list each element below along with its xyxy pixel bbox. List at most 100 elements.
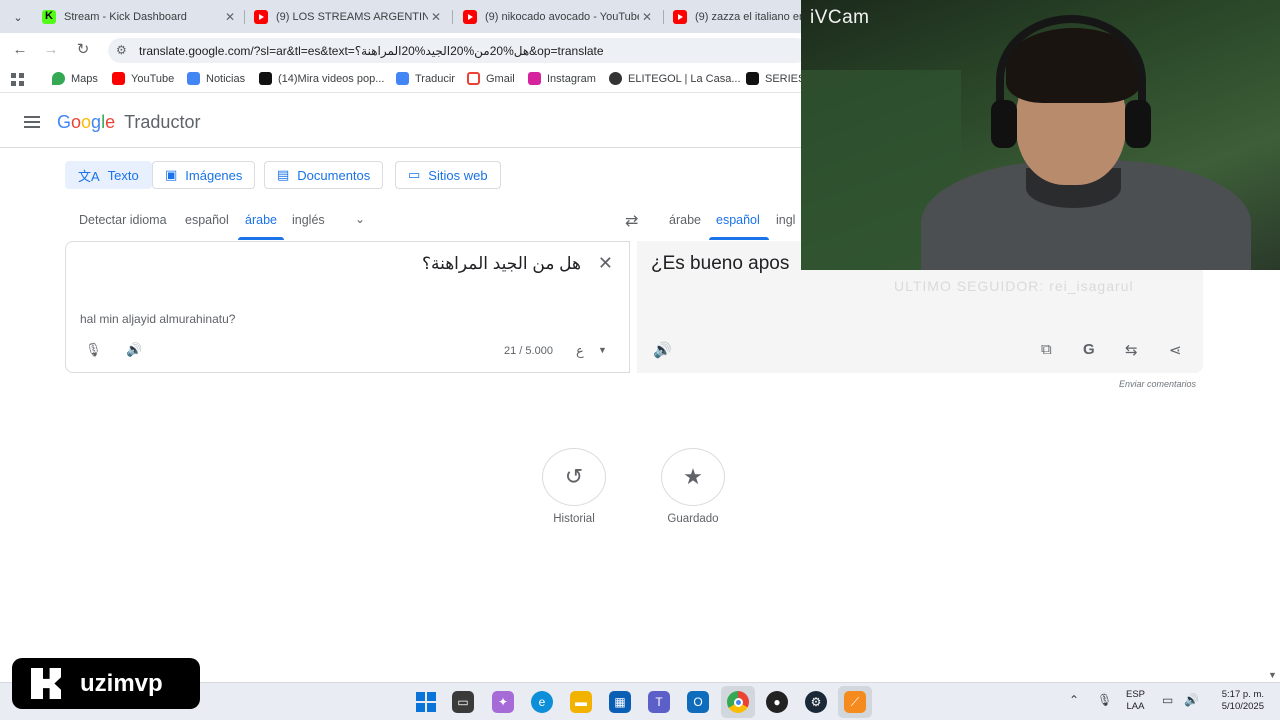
close-tab-icon[interactable]: ✕ — [428, 10, 444, 24]
website-icon: ▭ — [408, 167, 421, 182]
screen: ⌄ Stream - Kick Dashboard ✕ (9) LOS STRE… — [0, 0, 1280, 720]
show-hidden-icons-chevron[interactable]: ⌃ — [1069, 693, 1079, 707]
character-count: 21 / 5.000 — [504, 345, 553, 357]
chrome-icon[interactable] — [727, 691, 749, 713]
source-text-input[interactable]: هل من الجيد المراهنة؟ — [422, 254, 581, 274]
steam-icon[interactable]: ⚙ — [805, 691, 827, 713]
tab-divider — [663, 10, 664, 24]
copilot-icon[interactable]: ✦ — [492, 691, 514, 713]
outlook-icon[interactable]: O — [687, 691, 709, 713]
task-view-icon[interactable]: ▭ — [452, 691, 474, 713]
bookmark-elitegol[interactable]: ELITEGOL | La Casa... — [609, 72, 741, 85]
teams-icon[interactable]: T — [648, 691, 670, 713]
news-icon — [187, 72, 200, 85]
mode-label: Imágenes — [185, 167, 243, 183]
soccer-ball-icon — [609, 72, 622, 85]
bookmark-gmail[interactable]: Gmail — [467, 72, 515, 85]
tab-kick-dashboard[interactable]: Stream - Kick Dashboard ✕ — [42, 4, 238, 29]
rate-translation-icon[interactable]: ⇆ — [1125, 341, 1138, 359]
apps-grid-icon[interactable] — [11, 73, 24, 86]
input-language-indicator[interactable]: ESP LAA — [1126, 689, 1145, 713]
translated-text: ¿Es bueno apos — [651, 253, 790, 274]
tab-divider — [452, 10, 453, 24]
mode-images-button[interactable]: ▣ Imágenes — [152, 161, 256, 189]
bookmark-maps[interactable]: Maps — [52, 72, 98, 85]
source-lang-arabic[interactable]: árabe — [245, 213, 277, 227]
chevron-down-icon[interactable]: ⌄ — [355, 212, 365, 226]
mode-text-button[interactable]: 文A Texto — [65, 161, 152, 189]
bookmark-instagram[interactable]: Instagram — [528, 72, 596, 85]
speaker-icon[interactable]: 🔊 — [126, 342, 142, 358]
youtube-icon — [673, 9, 687, 24]
microsoft-store-icon[interactable]: ▦ — [609, 691, 631, 713]
bookmark-noticias[interactable]: Noticias — [187, 72, 245, 85]
bookmark-traducir[interactable]: Traducir — [396, 72, 455, 85]
file-explorer-icon[interactable]: ▬ — [570, 691, 592, 713]
reload-icon[interactable]: ↻ — [73, 40, 93, 60]
source-lang-english[interactable]: inglés — [292, 213, 325, 227]
share-icon[interactable]: ⋖ — [1169, 341, 1182, 359]
system-clock[interactable]: 5:17 p. m. 5/10/2025 — [1210, 689, 1264, 713]
microphone-icon[interactable]: 🎙 — [85, 342, 102, 358]
clear-text-icon[interactable]: ✕ — [598, 253, 613, 274]
tab-zazza[interactable]: (9) zazza el italiano en — [673, 4, 803, 29]
youtube-icon — [463, 9, 477, 24]
source-text-panel[interactable]: هل من الجيد المراهنة؟ ✕ hal min aljayid … — [65, 241, 630, 373]
microphone-tray-icon[interactable]: 🎙 — [1097, 693, 1112, 707]
close-tab-icon[interactable]: ✕ — [222, 10, 238, 24]
headset-earcup — [991, 100, 1017, 148]
swap-languages-icon[interactable]: ⇄ — [625, 211, 638, 231]
bookmark-youtube[interactable]: YouTube — [112, 72, 174, 85]
network-icon[interactable]: ▭ — [1162, 693, 1173, 707]
target-lang-selected-indicator — [709, 237, 769, 240]
target-lang-arabic[interactable]: árabe — [669, 213, 701, 227]
tab-divider — [244, 10, 245, 24]
speaker-icon[interactable]: 🔊 — [653, 341, 672, 359]
close-tab-icon[interactable]: ✕ — [639, 10, 655, 24]
source-lang-spanish[interactable]: español — [185, 213, 229, 227]
send-feedback-link[interactable]: Enviar comentarios — [1119, 379, 1196, 389]
bookmark-tiktok[interactable]: (14)Mira videos pop... — [259, 72, 384, 85]
kick-icon — [42, 9, 56, 24]
forward-arrow-icon[interactable]: → — [41, 40, 61, 60]
scroll-down-arrow-icon[interactable]: ▼ — [1268, 670, 1277, 680]
target-lang-english[interactable]: ingl — [776, 213, 795, 227]
back-arrow-icon[interactable]: ← — [10, 40, 30, 60]
layout-code: LAA — [1126, 701, 1145, 712]
tab-los-streams[interactable]: (9) LOS STREAMS ARGENTINOS ✕ — [254, 4, 444, 29]
history-button[interactable]: ↺ — [542, 448, 606, 506]
star-icon: ★ — [683, 464, 703, 489]
target-lang-spanish[interactable]: español — [716, 213, 760, 227]
volume-icon[interactable]: 🔊 — [1184, 693, 1199, 707]
saved-button[interactable]: ★ — [661, 448, 725, 506]
url-text: translate.google.com/?sl=ar&tl=es&text=ه… — [139, 44, 604, 58]
copy-icon[interactable]: ⧉ — [1041, 341, 1052, 358]
windows-start-icon[interactable] — [415, 691, 437, 713]
headset-band — [996, 15, 1146, 145]
saved-label: Guardado — [667, 513, 719, 525]
streamer-badge: uzimvp — [12, 658, 200, 709]
tab-search-icon[interactable]: ⌄ — [8, 7, 28, 27]
edge-icon[interactable]: e — [531, 691, 553, 713]
kick-logo-icon — [31, 668, 61, 699]
headset-earcup — [1125, 100, 1151, 148]
caret-down-icon[interactable]: ▼ — [598, 345, 607, 355]
keyboard-icon[interactable]: ع — [576, 343, 584, 359]
app-runner-icon[interactable]: ⟋ — [844, 691, 866, 713]
mode-websites-button[interactable]: ▭ Sitios web — [395, 161, 501, 189]
google-wordmark: Google — [57, 112, 116, 132]
mode-label: Documentos — [297, 167, 371, 183]
mode-documents-button[interactable]: ▤ Documentos — [264, 161, 384, 189]
address-bar[interactable]: ⚙ translate.google.com/?sl=ar&tl=es&text… — [108, 38, 808, 63]
obs-icon[interactable]: ● — [766, 691, 788, 713]
google-icon[interactable]: G — [1083, 341, 1095, 358]
site-settings-icon[interactable]: ⚙ — [116, 43, 127, 57]
google-translate-logo[interactable]: Google Traductor — [57, 112, 200, 133]
menu-icon[interactable] — [24, 116, 40, 128]
source-lang-detect[interactable]: Detectar idioma — [79, 213, 167, 227]
history-icon: ↺ — [564, 464, 584, 489]
tab-nikocado[interactable]: (9) nikocado avocado - YouTube ✕ — [463, 4, 655, 29]
webcam-overlay: iVCam — [801, 0, 1280, 270]
mouse-cursor-icon — [130, 401, 136, 417]
instagram-icon — [528, 72, 541, 85]
